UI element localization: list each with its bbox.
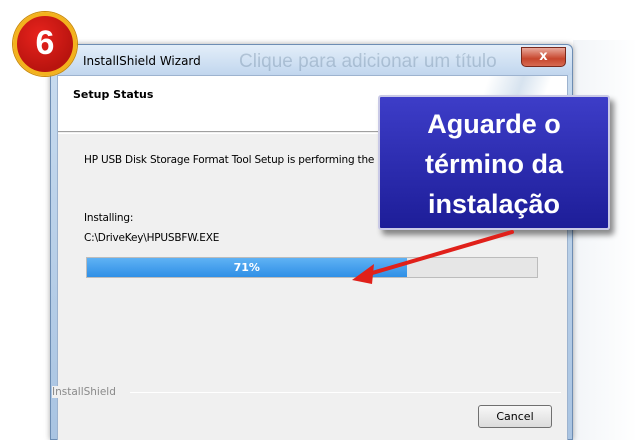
step-number-badge: 6 — [13, 12, 77, 76]
progress-bar: 71% — [86, 257, 538, 278]
instruction-callout: Aguarde o término da instalação — [378, 95, 610, 230]
callout-line-1: Aguarde o — [427, 109, 561, 139]
close-button[interactable]: x — [521, 47, 566, 67]
brand-rule — [130, 392, 561, 393]
installshield-brand: InstallShield — [52, 386, 120, 398]
faded-slide-placeholder: Clique para adicionar um título — [239, 51, 497, 72]
close-icon: x — [539, 49, 548, 64]
window-title: InstallShield Wizard — [83, 54, 201, 68]
brand-separator: InstallShield — [52, 386, 561, 398]
cancel-button[interactable]: Cancel — [478, 405, 552, 428]
current-file-path: C:\DriveKey\HPUSBFW.EXE — [84, 232, 220, 244]
callout-line-2: término da — [424, 149, 564, 179]
page-title: Setup Status — [73, 88, 154, 101]
callout-line-3: instalação — [427, 189, 561, 219]
installing-label: Installing: — [84, 212, 134, 224]
title-bar[interactable]: InstallShield Wizard Clique para adicion… — [51, 45, 572, 75]
progress-percent-label: 71% — [233, 261, 260, 274]
status-description: HP USB Disk Storage Format Tool Setup is… — [84, 154, 388, 166]
